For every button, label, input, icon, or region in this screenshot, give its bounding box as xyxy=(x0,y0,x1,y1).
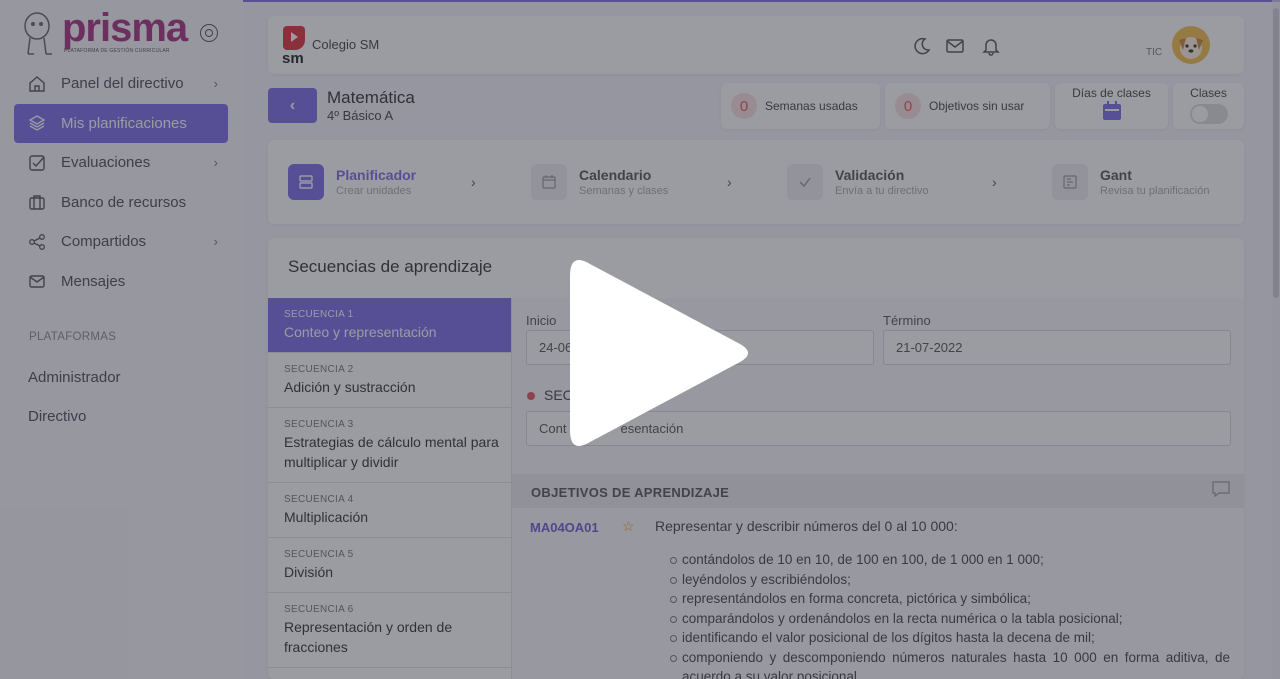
play-button[interactable] xyxy=(560,244,760,462)
play-icon xyxy=(570,260,748,446)
